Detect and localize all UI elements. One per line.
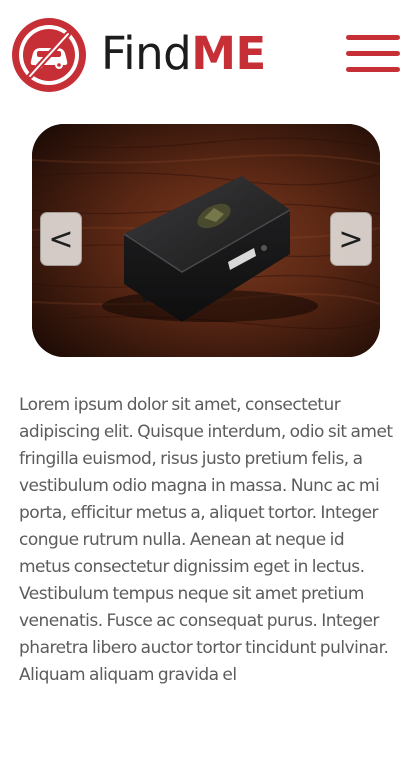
page: FindME < > Lorem ipsum dolor sit amet, c… xyxy=(0,0,412,778)
menu-bar-bottom xyxy=(346,67,400,72)
carousel-next-button[interactable]: > xyxy=(330,212,372,266)
brand-wordmark[interactable]: FindME xyxy=(101,28,266,80)
site-header: FindME xyxy=(0,0,412,108)
gps-tracker-image xyxy=(32,124,380,357)
image-carousel[interactable]: < > xyxy=(32,124,380,357)
description-paragraph: Lorem ipsum dolor sit amet, consectetur … xyxy=(19,395,393,685)
brand-me: ME xyxy=(191,27,266,80)
brand-find: Find xyxy=(101,27,192,80)
menu-bar-middle xyxy=(346,51,400,56)
carousel-prev-button[interactable]: < xyxy=(40,212,82,266)
no-car-icon[interactable] xyxy=(11,17,87,93)
menu-bar-top xyxy=(346,35,400,40)
hamburger-menu-icon[interactable] xyxy=(346,35,400,75)
